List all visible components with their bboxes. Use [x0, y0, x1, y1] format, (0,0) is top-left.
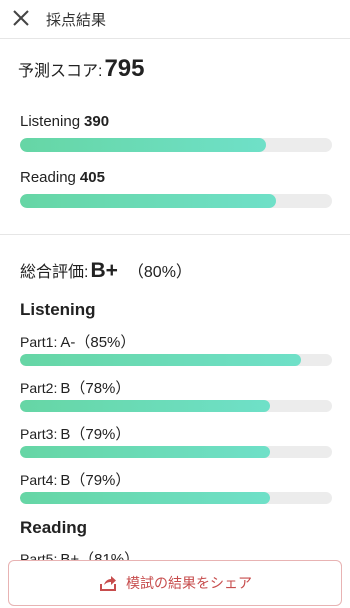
close-icon[interactable]: [10, 7, 32, 29]
predicted-score-label: 予測スコア:: [18, 63, 103, 80]
reading-score-value: 405: [79, 169, 105, 186]
predicted-score: 予測スコア:795: [18, 55, 145, 83]
reading-score-bar-fill: [20, 194, 276, 208]
part3-bar-fill: [20, 446, 270, 458]
part3-label: Part3: B（79%）: [20, 426, 131, 443]
predicted-score-value: 795: [104, 55, 145, 82]
listening-score-value: 390: [84, 113, 110, 130]
listening-score-row: Listening 390: [20, 113, 109, 130]
app-header: 採点結果: [0, 0, 350, 39]
listening-score-label: Listening: [20, 113, 81, 130]
part3-bar: [20, 446, 332, 458]
reading-score-row: Reading 405: [20, 169, 105, 186]
reading-score-label: Reading: [20, 169, 76, 186]
listening-score-bar: [20, 138, 332, 152]
page-title: 採点結果: [46, 12, 107, 29]
score-summary: 予測スコア:795 Listening 390 Reading 405: [0, 38, 350, 234]
overall-grade: B+: [90, 259, 118, 282]
listening-score-bar-fill: [20, 138, 267, 152]
part4-label: Part4: B（79%）: [20, 472, 131, 489]
part1-bar: [20, 354, 332, 366]
part1-bar-fill: [20, 354, 301, 366]
part2-bar-fill: [20, 400, 270, 412]
overall-rating: 総合評価:B+ （80%）: [20, 258, 192, 283]
overall-percent: （80%）: [127, 264, 192, 281]
share-button-label: 模試の結果をシェア: [126, 575, 252, 591]
part2-label: Part2: B（78%）: [20, 380, 131, 397]
share-icon: [100, 576, 116, 591]
reading-section-title: Reading: [20, 518, 88, 537]
part2-bar: [20, 400, 332, 412]
part4-bar: [20, 492, 332, 504]
overall-rating-label: 総合評価:: [20, 264, 89, 281]
part1-label: Part1: A-（85%）: [20, 334, 136, 351]
part4-bar-fill: [20, 492, 270, 504]
share-results-button[interactable]: 模試の結果をシェア: [8, 560, 342, 606]
reading-score-bar: [20, 194, 332, 208]
listening-section-title: Listening: [20, 300, 96, 319]
section-divider: [0, 234, 350, 235]
